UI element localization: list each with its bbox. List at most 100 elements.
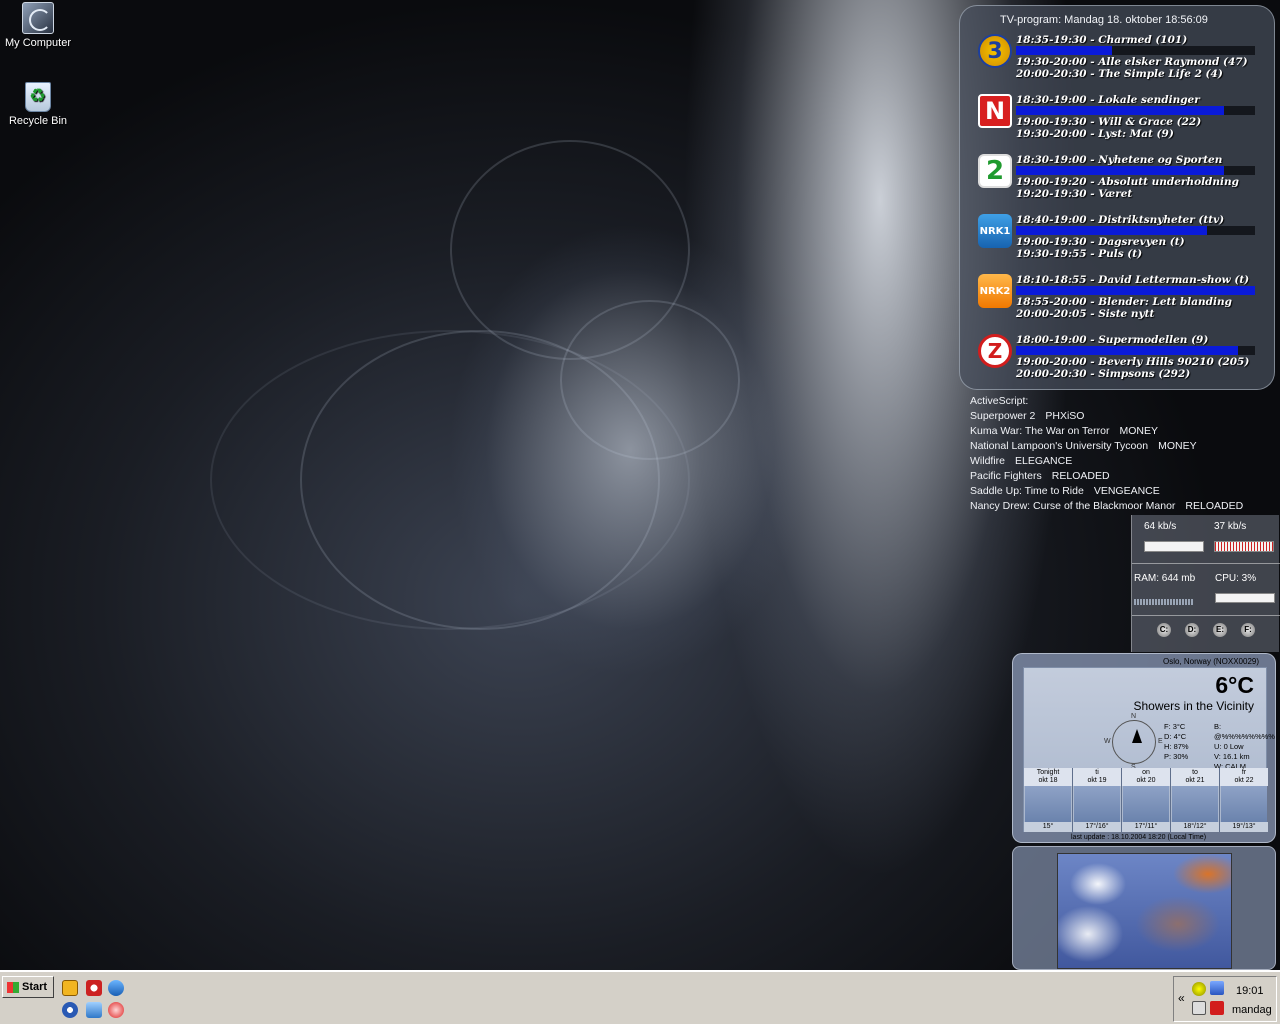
release-item[interactable]: National Lampoon's University Tycoon MONE… [970, 439, 1253, 454]
tv-channel-row[interactable]: NRK2 18:10-18:55 - David Letterman-show … [978, 274, 1262, 328]
drive-d-icon[interactable]: D: [1185, 623, 1199, 637]
divider [1132, 615, 1280, 616]
recycle-bin-icon [25, 82, 51, 112]
weather-stats-left: F: 3°C D: 4°C H: 87% P: 30% [1164, 722, 1189, 762]
release-title: Kuma War: The War on Terror [970, 425, 1110, 437]
weather-widget: Oslo, Norway (NOXX0029) 6°C Showers in t… [1012, 653, 1276, 843]
program-progress-fill [1016, 46, 1112, 55]
compass-needle [1132, 729, 1142, 743]
quicklaunch-desktop-icon[interactable] [86, 1002, 102, 1018]
quicklaunch-clock-icon[interactable] [62, 980, 78, 996]
release-item[interactable]: Kuma War: The War on Terror MONEY [970, 424, 1253, 439]
cpu-graph [1215, 593, 1275, 603]
program-progress-bar [1016, 46, 1255, 55]
release-group: MONEY [1158, 440, 1197, 452]
tray-network-icon[interactable] [1210, 981, 1224, 995]
forecast-day[interactable]: fr okt 22 19°/13° [1220, 768, 1268, 832]
release-group: RELOADED [1051, 470, 1110, 482]
satellite-map-widget [1012, 846, 1276, 970]
compass-n: N [1131, 713, 1137, 720]
current-program: 18:35-19:30 - Charmed (101) [1016, 34, 1188, 46]
later-program: 20:00-20:30 - The Simple Life 2 (4) [1016, 68, 1223, 80]
forecast-day[interactable]: Tonight okt 18 15° [1024, 768, 1073, 832]
forecast-icon [1074, 786, 1120, 822]
forecast-day[interactable]: ti okt 19 17°/16° [1073, 768, 1122, 832]
day-temp: 18°/12° [1171, 822, 1219, 832]
drive-c-icon[interactable]: C: [1157, 623, 1171, 637]
day-date: okt 19 [1087, 777, 1107, 784]
weather-last-update: last update : 18.10.2004 18:20 (Local Ti… [1071, 834, 1207, 841]
nrk2-logo-icon: NRK2 [978, 274, 1012, 308]
cpu-usage: CPU: 3% [1215, 573, 1257, 584]
tray-status-icon[interactable] [1192, 982, 1206, 996]
later-program: 20:00-20:30 - Simpsons (292) [1016, 368, 1191, 380]
quicklaunch-player-icon[interactable] [62, 1002, 78, 1018]
quicklaunch-app-icon[interactable] [108, 1002, 124, 1018]
next-program: 19:30-20:00 - Alle elsker Raymond (47) [1016, 56, 1248, 68]
day-label: to [1192, 769, 1198, 776]
quicklaunch-media-icon[interactable] [86, 980, 102, 996]
release-group: RELOADED [1185, 500, 1244, 512]
activescript-heading: ActiveScript: [970, 395, 1029, 407]
europe-satellite-map[interactable] [1057, 853, 1232, 969]
current-program: 18:10-18:55 - David Letterman-show (t) [1016, 274, 1250, 286]
release-item[interactable]: Superpower 2 PHXiSO [970, 409, 1253, 424]
current-program: 18:00-19:00 - Supermodellen (9) [1016, 334, 1209, 346]
clock-day: mandag [1232, 1004, 1272, 1016]
day-temp: 17°/16° [1073, 822, 1121, 832]
program-progress-fill [1016, 346, 1239, 355]
drive-e-icon[interactable]: E: [1213, 623, 1227, 637]
windows-flag-icon [7, 981, 19, 993]
humidity: H: 87% [1164, 742, 1189, 751]
tv-channel-row[interactable]: 3 18:35-19:30 - Charmed (101) 19:30-20:0… [978, 34, 1262, 88]
start-button[interactable]: Start [2, 976, 54, 998]
day-temp: 15° [1024, 822, 1072, 832]
drive-f-icon[interactable]: F: [1241, 623, 1255, 637]
program-progress-fill [1016, 106, 1224, 115]
later-program: 19:30-20:00 - Lyst: Mat (9) [1016, 128, 1174, 140]
later-program: 20:00-20:05 - Siste nytt [1016, 308, 1155, 320]
compass-e: E [1158, 738, 1163, 745]
release-item[interactable]: Nancy Drew: Curse of the Blackmoor Manor… [970, 499, 1253, 514]
ram-graph [1134, 599, 1194, 605]
weather-location: Oslo, Norway (NOXX0029) [1162, 657, 1259, 666]
tray-expand-chevron-icon[interactable]: « [1178, 991, 1185, 1005]
release-item[interactable]: Saddle Up: Time to Ride VENGEANCE [970, 484, 1253, 499]
release-title: Pacific Fighters [970, 470, 1042, 482]
forecast-day[interactable]: on okt 20 17°/11° [1122, 768, 1171, 832]
system-monitor-widget: 64 kb/s 37 kb/s RAM: 644 mb CPU: 3% C: D… [1131, 515, 1280, 652]
upload-graph [1214, 541, 1274, 552]
clock-time[interactable]: 19:01 [1236, 985, 1264, 997]
forecast-day[interactable]: to okt 21 18°/12° [1171, 768, 1220, 832]
current-condition: Showers in the Vicinity [1133, 699, 1254, 713]
forecast-icon [1172, 786, 1218, 822]
weather-panel: 6°C Showers in the Vicinity N E S W F: 3… [1023, 667, 1275, 832]
tv3-logo-icon: 3 [978, 34, 1012, 68]
release-group: PHXiSO [1045, 410, 1085, 422]
release-title: National Lampoon's University Tycoon [970, 440, 1149, 452]
release-item[interactable]: Pacific Fighters RELOADED [970, 469, 1253, 484]
current-program: 18:30-19:00 - Lokale sendinger [1016, 94, 1200, 106]
release-title: Superpower 2 [970, 410, 1036, 422]
quicklaunch-ie-icon[interactable] [108, 980, 124, 996]
next-program: 18:55-20:00 - Blender: Lett blanding [1016, 296, 1232, 308]
release-item[interactable]: Wildfire ELEGANCE [970, 454, 1253, 469]
next-program: 19:00-19:30 - Dagsrevyen (t) [1016, 236, 1185, 248]
release-group: ELEGANCE [1015, 455, 1073, 467]
recycle-bin-desktop-icon[interactable]: Recycle Bin [0, 82, 76, 127]
day-date: okt 22 [1234, 777, 1254, 784]
tv-channel-row[interactable]: Z 18:00-19:00 - Supermodellen (9) 19:00-… [978, 334, 1262, 388]
tv-channel-row[interactable]: N 18:30-19:00 - Lokale sendinger 19:00-1… [978, 94, 1262, 148]
compass-w: W [1104, 738, 1111, 745]
activescript-release-list: ActiveScript: Superpower 2 PHXiSO Kuma Wa… [970, 394, 1253, 514]
tv-channel-row[interactable]: 2 18:30-19:00 - Nyhetene og Sporten 19:0… [978, 154, 1262, 208]
tray-volume-icon[interactable] [1192, 1001, 1206, 1015]
day-date: okt 18 [1038, 777, 1058, 784]
release-title: Wildfire [970, 455, 1006, 467]
day-label: ti [1095, 769, 1099, 776]
tray-app-icon[interactable] [1210, 1001, 1224, 1015]
tv-channel-row[interactable]: NRK1 18:40-19:00 - Distriktsnyheter (ttv… [978, 214, 1262, 268]
taskbar: Start « 19:01 mandag [0, 970, 1280, 1024]
my-computer-desktop-icon[interactable]: My Computer [0, 2, 76, 49]
release-group: VENGEANCE [1093, 485, 1160, 497]
